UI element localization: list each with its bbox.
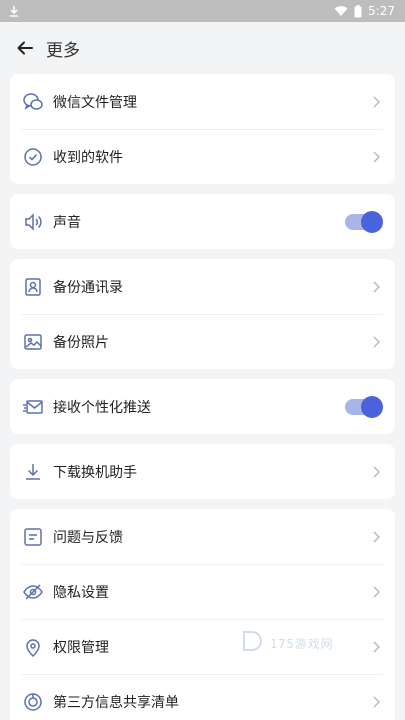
share-icon xyxy=(22,691,44,713)
row-label: 声音 xyxy=(53,214,81,231)
check-circle-icon xyxy=(22,146,44,168)
status-time: 5:27 xyxy=(368,4,395,18)
chevron-right-icon xyxy=(371,530,381,544)
header: 更多 xyxy=(0,22,405,74)
settings-group-other: 问题与反馈 隐私设置 权限管理 第三方信息共享清单 xyxy=(10,509,395,720)
row-sound: 声音 xyxy=(10,194,395,249)
chevron-right-icon xyxy=(371,95,381,109)
settings-group-files: 微信文件管理 收到的软件 xyxy=(10,74,395,184)
chevron-right-icon xyxy=(371,695,381,709)
settings-group-backup: 备份通讯录 备份照片 xyxy=(10,259,395,369)
wechat-icon xyxy=(22,91,44,113)
chevron-right-icon xyxy=(371,640,381,654)
row-personalized-push: 接收个性化推送 xyxy=(10,379,395,434)
back-arrow-icon[interactable] xyxy=(16,39,34,57)
chevron-right-icon xyxy=(371,465,381,479)
row-wechat-files[interactable]: 微信文件管理 xyxy=(10,74,395,129)
photo-icon xyxy=(22,331,44,353)
download-notification-icon xyxy=(8,5,20,17)
row-label: 微信文件管理 xyxy=(53,94,137,111)
row-label: 第三方信息共享清单 xyxy=(53,694,179,711)
wifi-icon xyxy=(334,5,348,17)
row-privacy-settings[interactable]: 隐私设置 xyxy=(10,564,395,619)
row-label: 备份通讯录 xyxy=(53,279,123,296)
download-icon xyxy=(22,461,44,483)
mail-icon xyxy=(22,396,44,418)
settings-group-push: 接收个性化推送 xyxy=(10,379,395,434)
row-label: 隐私设置 xyxy=(53,584,109,601)
row-label: 问题与反馈 xyxy=(53,529,123,546)
chevron-right-icon xyxy=(371,150,381,164)
row-feedback[interactable]: 问题与反馈 xyxy=(10,509,395,564)
chevron-right-icon xyxy=(371,585,381,599)
row-label: 下载换机助手 xyxy=(53,464,137,481)
status-bar: 5:27 xyxy=(0,0,405,22)
location-shield-icon xyxy=(22,636,44,658)
feedback-icon xyxy=(22,526,44,548)
settings-group-sound: 声音 xyxy=(10,194,395,249)
row-download-assistant[interactable]: 下载换机助手 xyxy=(10,444,395,499)
battery-icon xyxy=(354,4,362,18)
row-permission-management[interactable]: 权限管理 xyxy=(10,619,395,674)
chevron-right-icon xyxy=(371,335,381,349)
row-label: 收到的软件 xyxy=(53,149,123,166)
settings-group-download: 下载换机助手 xyxy=(10,444,395,499)
row-backup-photos[interactable]: 备份照片 xyxy=(10,314,395,369)
row-backup-contacts[interactable]: 备份通讯录 xyxy=(10,259,395,314)
push-toggle[interactable] xyxy=(345,395,383,418)
speaker-icon xyxy=(22,211,44,233)
row-label: 权限管理 xyxy=(53,639,109,656)
row-label: 备份照片 xyxy=(53,334,109,351)
privacy-eye-icon xyxy=(22,581,44,603)
sound-toggle[interactable] xyxy=(345,210,383,233)
page-title: 更多 xyxy=(46,40,80,61)
row-received-software[interactable]: 收到的软件 xyxy=(10,129,395,184)
contact-icon xyxy=(22,276,44,298)
row-third-party-sharing[interactable]: 第三方信息共享清单 xyxy=(10,674,395,720)
chevron-right-icon xyxy=(371,280,381,294)
row-label: 接收个性化推送 xyxy=(53,399,151,416)
